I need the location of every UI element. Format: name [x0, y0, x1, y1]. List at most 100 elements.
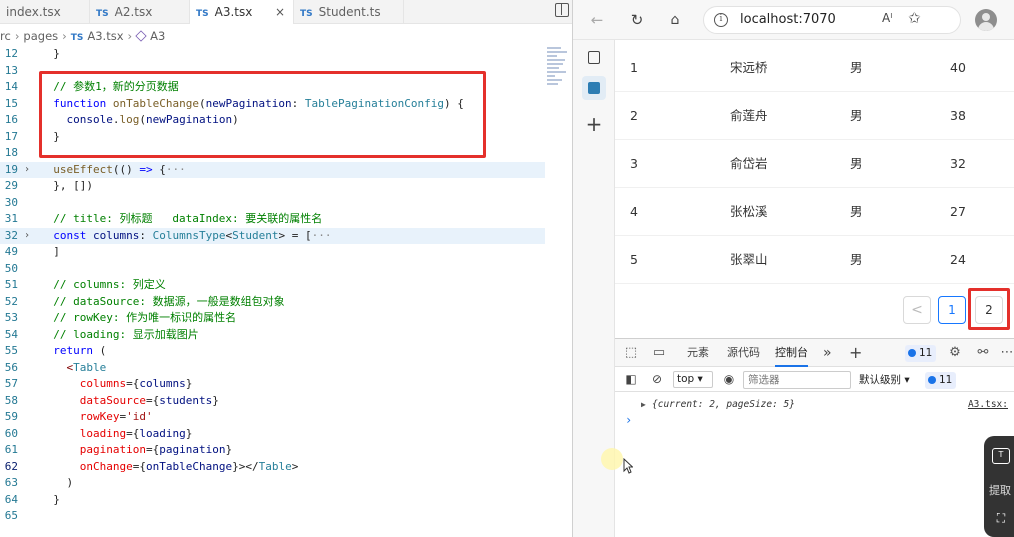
code-line[interactable]: 31 // title: 列标题 dataIndex: 要关联的属性名 — [0, 211, 545, 228]
code-line[interactable]: 50 — [0, 261, 545, 278]
read-aloud-icon[interactable]: Aˡ — [882, 11, 892, 25]
log-level-select[interactable]: 默认级别 ▾ — [855, 371, 921, 389]
cell-age: 27 — [950, 204, 966, 219]
breadcrumb-file[interactable]: A3.tsx — [87, 29, 123, 43]
highlight-box — [39, 71, 486, 158]
favorite-star-icon[interactable]: ✩ — [908, 9, 921, 27]
table-row[interactable]: 2 俞莲舟 男 38 — [615, 92, 1014, 140]
avatar[interactable] — [975, 9, 997, 31]
expand-triangle-icon[interactable]: ▶ — [641, 397, 646, 413]
devtools-icon[interactable] — [582, 76, 606, 100]
context-select[interactable]: top ▾ — [673, 371, 713, 388]
code-line[interactable]: 60 loading={loading} — [0, 426, 545, 443]
devtools-tab-console[interactable]: 控制台 — [775, 339, 808, 367]
devtools-tab-sources[interactable]: 源代码 — [727, 339, 760, 367]
sidebar-toggle-icon[interactable]: ◧ — [623, 371, 639, 387]
fold-chevron-icon[interactable]: › — [24, 162, 30, 179]
code-line[interactable]: 12 } — [0, 46, 545, 63]
home-icon[interactable]: ⌂ — [665, 10, 685, 30]
connection-icon[interactable]: ⚯ — [975, 345, 991, 361]
line-number: 15 — [4, 96, 18, 110]
cell-name: 俞岱岩 — [730, 156, 768, 171]
pagination-page-1[interactable]: 1 — [938, 296, 966, 324]
table-row[interactable]: 4 张松溪 男 27 — [615, 188, 1014, 236]
tab-a2-tsx[interactable]: TS A2.tsx — [90, 0, 190, 24]
line-number: 52 — [4, 294, 18, 308]
fold-chevron-icon[interactable]: › — [24, 228, 30, 245]
pagination-prev-button[interactable]: < — [903, 296, 931, 324]
line-number: 65 — [4, 509, 18, 522]
code-text: loading={loading} — [79, 426, 193, 440]
typescript-icon: TS — [300, 9, 313, 19]
level-count-badge[interactable]: 11 — [925, 372, 957, 389]
code-line[interactable]: 29 }, []) — [0, 178, 545, 195]
code-line[interactable]: 57 columns={columns} — [0, 376, 545, 393]
minimap[interactable] — [545, 45, 569, 105]
line-number: 60 — [4, 426, 18, 440]
editor-tab-bar: index.tsx TS A2.tsx TS A3.tsx × TS Student.… — [0, 0, 572, 24]
address-bar[interactable]: i localhost:7070 Aˡ ✩ — [703, 6, 961, 34]
devtools-tab-elements[interactable]: 元素 — [687, 339, 709, 367]
add-icon[interactable]: + — [582, 112, 606, 136]
console-log-entry[interactable]: ▶ {current: 2, pageSize: 5} A3.tsx: — [615, 397, 1014, 413]
tab-actions-icon[interactable] — [582, 46, 606, 70]
code-line[interactable]: 65 — [0, 508, 545, 525]
code-line[interactable]: 64 } — [0, 492, 545, 509]
code-line[interactable]: 59 rowKey='id' — [0, 409, 545, 426]
code-text: pagination={pagination} — [79, 443, 233, 456]
code-line[interactable]: 32 › const columns: ColumnsType<Student> … — [0, 227, 545, 245]
cursor-highlight — [601, 448, 623, 470]
issues-badge[interactable]: 11 — [905, 345, 937, 362]
code-line[interactable]: 62 onChange={onTableChange}></Table> — [0, 459, 545, 476]
code-line[interactable]: 56 <Table — [0, 360, 545, 377]
inspect-icon[interactable]: ⬚ — [623, 345, 639, 361]
line-number: 29 — [4, 179, 18, 192]
refresh-icon[interactable]: ↻ — [627, 10, 647, 30]
table-row[interactable]: 1 宋远桥 男 40 — [615, 44, 1014, 92]
device-toolbar-icon[interactable]: ▭ — [651, 345, 667, 361]
code-line[interactable]: 53 // rowKey: 作为唯一标识的属性名 — [0, 310, 545, 327]
breadcrumb-folder[interactable]: pages — [23, 29, 58, 43]
code-line[interactable]: 55 return ( — [0, 343, 545, 360]
floating-widget[interactable]: T 提取 ⛶ — [984, 436, 1014, 537]
filter-input[interactable] — [743, 371, 851, 389]
add-tab-icon[interactable]: + — [849, 339, 862, 367]
log-source-link[interactable]: A3.tsx: — [968, 397, 1008, 413]
tab-a3-tsx[interactable]: TS A3.tsx × — [190, 0, 294, 24]
code-text: // columns: 列定义 — [53, 278, 166, 291]
split-editor-icon[interactable] — [555, 3, 569, 17]
code-text: columns={columns} — [79, 377, 193, 390]
code-line[interactable]: 30 — [0, 195, 545, 212]
line-number: 30 — [4, 195, 18, 209]
breadcrumb-root[interactable]: rc — [0, 29, 11, 43]
code-line[interactable]: 61 pagination={pagination} — [0, 442, 545, 459]
typescript-icon: TS — [96, 9, 109, 19]
close-icon[interactable]: × — [275, 0, 285, 24]
code-line[interactable]: 58 dataSource={students} — [0, 393, 545, 410]
code-text: // loading: 显示加载图片 — [53, 327, 199, 341]
gear-icon[interactable]: ⚙ — [947, 345, 963, 361]
console-prompt[interactable]: › — [625, 413, 632, 427]
code-line[interactable]: 19 › useEffect(() => {··· — [0, 161, 545, 179]
clear-console-icon[interactable]: ⊘ — [649, 371, 665, 387]
table-row[interactable]: 3 俞岱岩 男 32 — [615, 140, 1014, 188]
code-line[interactable]: 54 // loading: 显示加载图片 — [0, 327, 545, 344]
code-line[interactable]: 52 // dataSource: 数据源，一般是数组包对象 — [0, 294, 545, 311]
breadcrumb-symbol[interactable]: A3 — [150, 29, 165, 43]
cell-sex: 男 — [850, 204, 863, 219]
back-arrow-icon[interactable]: ← — [587, 10, 607, 30]
console-output[interactable]: ▶ {current: 2, pageSize: 5} A3.tsx: › — [615, 393, 1014, 537]
more-options-icon[interactable]: ⋯ — [999, 345, 1014, 361]
table-row[interactable]: 5 张翠山 男 24 — [615, 236, 1014, 284]
code-line[interactable]: 51 // columns: 列定义 — [0, 277, 545, 294]
eye-icon[interactable]: ◉ — [721, 371, 737, 387]
tab-student-ts[interactable]: TS Student.ts — [294, 0, 404, 24]
code-line[interactable]: 63 ) — [0, 475, 545, 492]
more-tabs-icon[interactable]: » — [823, 339, 832, 367]
console-toolbar: ◧ ⊘ top ▾ ◉ 默认级别 ▾ 11 — [615, 368, 1014, 392]
info-icon[interactable]: i — [714, 13, 728, 27]
cell-age: 40 — [950, 60, 966, 75]
line-number: 56 — [4, 360, 18, 374]
code-line[interactable]: 49 ] — [0, 244, 545, 261]
tab-index-tsx[interactable]: index.tsx — [0, 0, 90, 24]
